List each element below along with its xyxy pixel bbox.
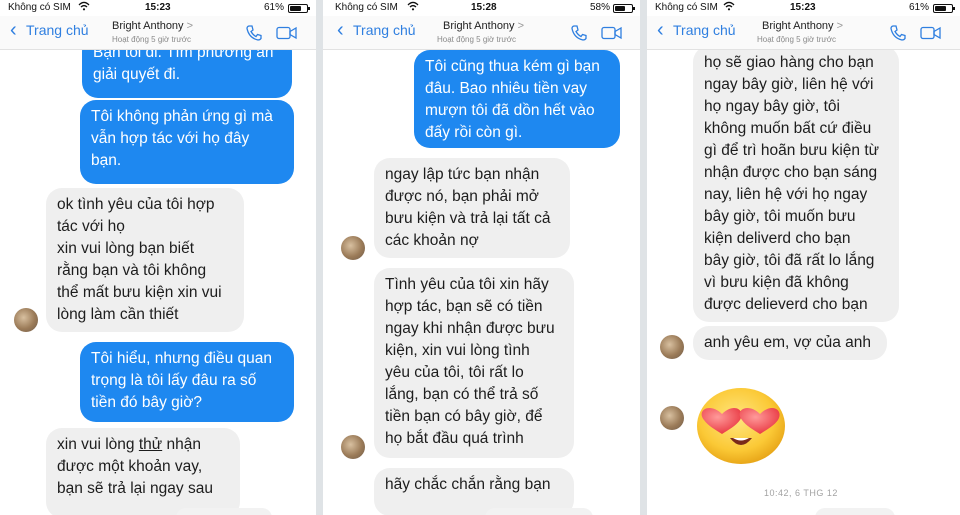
carrier-label: Không có SIM: [655, 2, 718, 13]
battery-icon: [613, 4, 635, 13]
contact-name[interactable]: Bright Anthony >: [112, 20, 193, 32]
incoming-message[interactable]: ok tình yêu của tôi hợp tác với họ xin vui…: [46, 188, 244, 332]
status-bar: Không có SIM 15:23 61%: [647, 0, 960, 16]
contact-name[interactable]: Bright Anthony >: [443, 20, 524, 32]
incoming-message[interactable]: xin vui lòng thử nhận được một khoản vay…: [46, 428, 240, 515]
incoming-message[interactable]: họ sẽ giao hàng cho bạn ngay bây giờ, liê…: [693, 50, 899, 322]
chat-header: ‹ Trang chủ Bright Anthony > Hoạt động 5 …: [323, 16, 640, 50]
contact-status: Hoạt động 5 giờ trước: [112, 35, 191, 44]
status-bar: Không có SIM 15:28 58%: [323, 0, 640, 16]
chat-header: ‹ Trang chủ Bright Anthony > Hoạt động 5 …: [0, 16, 316, 50]
battery-fill: [935, 6, 946, 11]
outgoing-message[interactable]: Tôi hiểu, nhưng điều quan trọng là tôi lấ…: [80, 342, 294, 422]
phone-icon[interactable]: [889, 24, 907, 42]
wifi-icon: [407, 1, 419, 14]
underlined-word: thử: [138, 436, 163, 453]
carrier-label: Không có SIM: [8, 2, 71, 13]
battery-percent: 61%: [264, 2, 285, 13]
status-time: 15:23: [790, 2, 816, 13]
status-time: 15:23: [145, 2, 171, 13]
battery-fill: [290, 6, 301, 11]
message-timestamp: 10:42, 6 THG 12: [764, 488, 838, 498]
chevron-right-icon: >: [517, 20, 524, 32]
message-list[interactable]: Tôi cũng thua kém gì bạn đâu. Bao nhiêu t…: [323, 50, 640, 515]
wifi-icon: [78, 1, 90, 14]
battery-icon: [933, 4, 955, 13]
carrier-label: Không có SIM: [335, 2, 398, 13]
contact-name[interactable]: Bright Anthony >: [762, 20, 843, 32]
chevron-right-icon: >: [186, 20, 193, 32]
battery-percent: 58%: [590, 2, 611, 13]
chevron-left-icon: ‹: [337, 19, 344, 41]
message-list[interactable]: Bạn tôi đi. Tìm phương án giải quyết đi. …: [0, 50, 316, 515]
incoming-message[interactable]: Tình yêu của tôi xin hãy hợp tác, bạn sẽ …: [374, 268, 574, 458]
phone-icon[interactable]: [570, 24, 588, 42]
avatar[interactable]: [660, 406, 684, 430]
avatar[interactable]: [660, 335, 684, 359]
video-call-icon[interactable]: [276, 26, 297, 40]
battery-fill: [615, 6, 625, 11]
incoming-message[interactable]: anh yêu em, vợ của anh: [693, 326, 887, 360]
outgoing-message[interactable]: Tôi cũng thua kém gì bạn đâu. Bao nhiêu t…: [414, 50, 620, 148]
chevron-left-icon: ‹: [10, 19, 17, 41]
chevron-right-icon: >: [836, 20, 843, 32]
back-label: Trang chủ: [26, 22, 89, 38]
status-bar: Không có SIM 15:23 61%: [0, 0, 316, 16]
outgoing-message[interactable]: Bạn tôi đi. Tìm phương án giải quyết đi.: [82, 50, 292, 98]
back-button[interactable]: ‹ Trang chủ: [10, 19, 89, 41]
video-call-icon[interactable]: [601, 26, 622, 40]
back-button[interactable]: ‹ Trang chủ: [337, 19, 416, 41]
avatar[interactable]: [341, 435, 365, 459]
back-label: Trang chủ: [673, 22, 736, 38]
outgoing-message[interactable]: Tôi không phản ứng gì mà vẫn hợp tác với …: [80, 100, 294, 184]
composer-hint: [815, 508, 895, 515]
chat-screen-1: Không có SIM 15:23 61% ‹ Trang chủ Brigh…: [0, 0, 316, 515]
chevron-left-icon: ‹: [657, 19, 664, 41]
back-button[interactable]: ‹ Trang chủ: [657, 19, 736, 41]
chat-screen-2: Không có SIM 15:28 58% ‹ Trang chủ Brigh…: [323, 0, 640, 515]
avatar[interactable]: [14, 308, 38, 332]
composer-hint: [485, 508, 593, 515]
back-label: Trang chủ: [353, 22, 416, 38]
incoming-message[interactable]: ngay lập tức bạn nhận được nó, bạn phải m…: [374, 158, 570, 258]
wifi-icon: [723, 1, 735, 14]
video-call-icon[interactable]: [920, 26, 941, 40]
battery-icon: [288, 4, 310, 13]
status-time: 15:28: [471, 2, 497, 13]
phone-icon[interactable]: [245, 24, 263, 42]
chat-header: ‹ Trang chủ Bright Anthony > Hoạt động 5 …: [647, 16, 960, 50]
heart-eyes-emoji-icon[interactable]: [694, 380, 786, 466]
avatar[interactable]: [341, 236, 365, 260]
composer-hint: [176, 508, 272, 515]
contact-status: Hoạt động 5 giờ trước: [437, 35, 516, 44]
contact-status: Hoạt động 5 giờ trước: [757, 35, 836, 44]
battery-percent: 61%: [909, 2, 930, 13]
